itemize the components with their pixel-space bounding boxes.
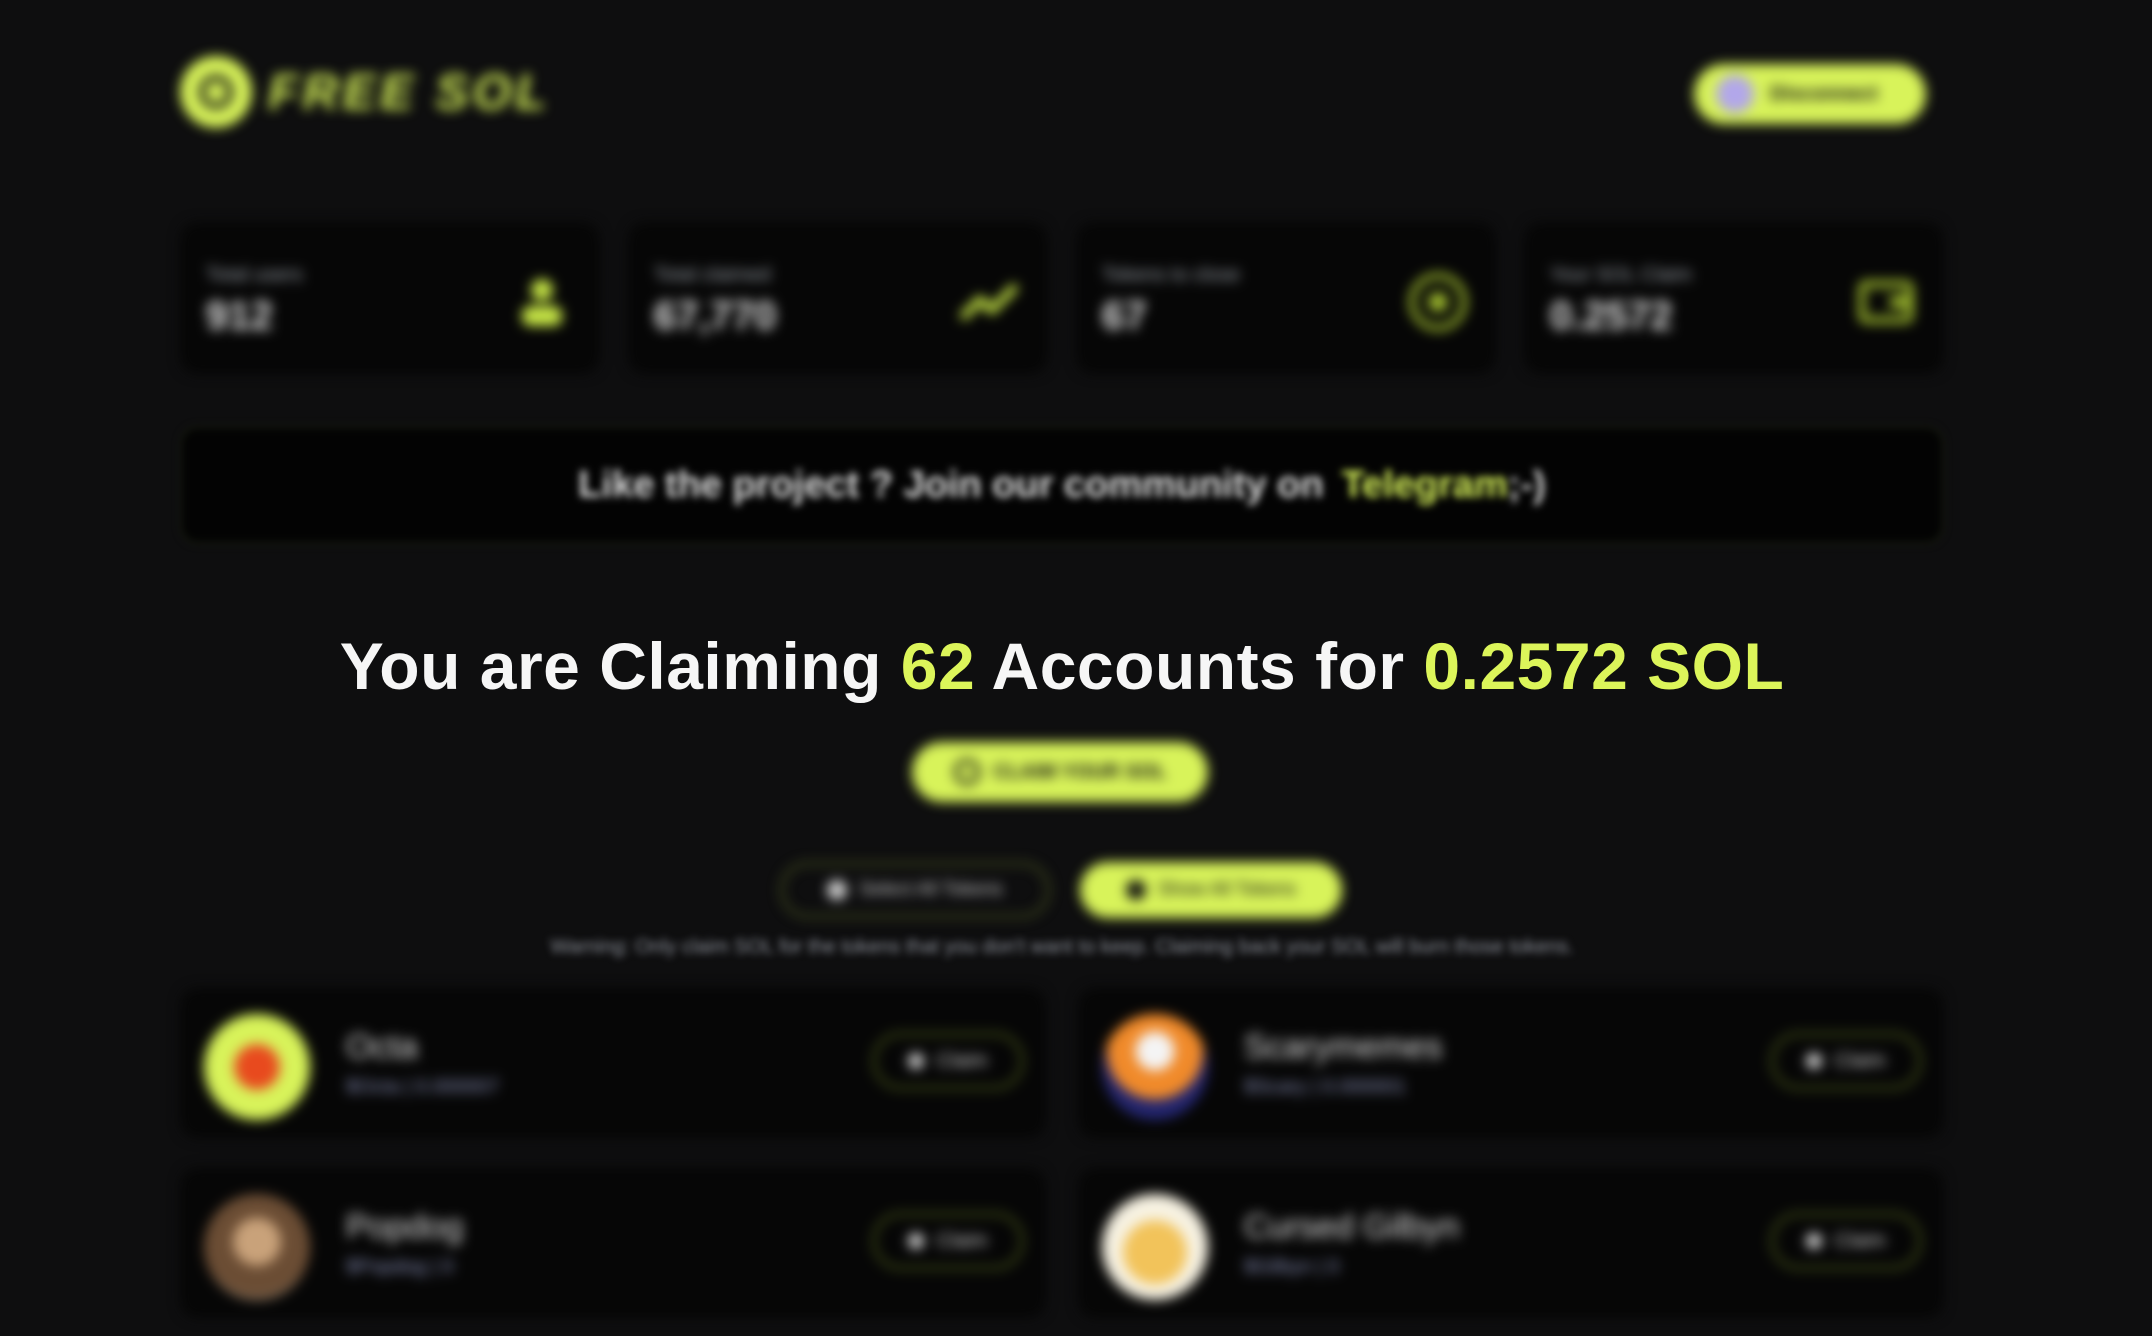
radio-icon <box>827 880 848 900</box>
stat-label: Total users <box>206 264 303 286</box>
claim-label: CLAIM YOUR SOL <box>993 760 1167 783</box>
trend-icon <box>958 270 1022 334</box>
claim-icon <box>1806 1233 1823 1249</box>
stats-row: Total users 912 Total claimed 67,770 Tok… <box>180 222 1944 374</box>
telegram-link[interactable]: Telegram <box>1342 464 1508 507</box>
stat-card-total-claimed: Total claimed 67,770 <box>628 222 1048 374</box>
stat-label: Tokens to close <box>1102 264 1240 286</box>
claim-small-label: Claim <box>936 1049 988 1072</box>
token-name: Octa <box>346 1028 418 1066</box>
community-suffix: ;-) <box>1507 463 1546 506</box>
token-claim-button[interactable]: Claim <box>1770 1032 1922 1090</box>
headline-middle: Accounts for <box>975 629 1424 703</box>
stat-card-tokens-to-close: Tokens to close 67 <box>1076 222 1496 374</box>
warning-text: Warning: Only claim SOL for the tokens t… <box>550 936 1574 958</box>
select-all-tokens-button[interactable]: Select All Tokens <box>780 862 1050 918</box>
select-all-label: Select All Tokens <box>859 879 1003 900</box>
claim-small-label: Claim <box>1834 1049 1886 1072</box>
sol-amount: 0.2572 SOL <box>1423 629 1785 703</box>
token-avatar <box>1102 1014 1208 1120</box>
users-icon <box>510 270 574 334</box>
logo-text: FREE SOL <box>268 64 551 120</box>
page: FREE SOL Disconnect Total users 912 Tota… <box>0 0 2152 1336</box>
claim-icon <box>908 1233 925 1249</box>
claim-icon <box>1806 1053 1823 1069</box>
token-avatar <box>204 1014 310 1120</box>
claim-headline: You are Claiming 62 Accounts for 0.2572 … <box>180 628 1944 704</box>
stat-label: Your SOL Claim <box>1550 264 1692 286</box>
token-card-popdog: Popdog $Popdog | 0 Claim <box>180 1168 1046 1318</box>
token-card-scarymemes: Scarymemes $Scary | 0.000001 Claim <box>1078 988 1944 1138</box>
wallet-avatar-icon <box>1716 75 1754 113</box>
stat-value: 0.2572 <box>1550 294 1673 338</box>
stat-value: 67,770 <box>654 294 777 338</box>
community-banner: Like the project ? Join our community on… <box>180 426 1944 544</box>
disconnect-label: Disconnect <box>1770 82 1878 105</box>
claim-small-label: Claim <box>1834 1229 1886 1252</box>
accounts-count: 62 <box>900 629 976 703</box>
stat-label: Total claimed <box>654 264 771 286</box>
sol-icon <box>953 759 980 785</box>
token-list: Octa $Octa | 0.000007 Claim Scarymemes $… <box>180 988 1944 1318</box>
show-all-label: Show All Tokens <box>1157 879 1296 900</box>
token-avatar <box>1102 1194 1208 1300</box>
claim-icon <box>908 1053 925 1069</box>
token-sub: $Gilbyn | 0 <box>1244 1256 1340 1278</box>
stat-value: 67 <box>1102 294 1147 338</box>
token-claim-button[interactable]: Claim <box>1770 1212 1922 1270</box>
token-name: Cursed Gilbyn <box>1244 1208 1460 1246</box>
claim-your-sol-button[interactable]: CLAIM YOUR SOL <box>912 742 1208 802</box>
disconnect-button[interactable]: Disconnect <box>1694 64 1926 124</box>
token-claim-button[interactable]: Claim <box>872 1032 1024 1090</box>
community-text: Like the project ? Join our community on <box>578 463 1324 506</box>
token-sub: $Scary | 0.000001 <box>1244 1076 1406 1098</box>
token-name: Popdog <box>346 1208 464 1246</box>
claim-small-label: Claim <box>936 1229 988 1252</box>
token-name: Scarymemes <box>1244 1028 1443 1066</box>
token-claim-button[interactable]: Claim <box>872 1212 1024 1270</box>
token-avatar <box>204 1194 310 1300</box>
token-sub: $Octa | 0.000007 <box>346 1076 500 1098</box>
radio-icon <box>1125 880 1146 900</box>
headline-prefix: You are Claiming <box>339 629 901 703</box>
logo[interactable]: FREE SOL <box>180 56 550 128</box>
coin-icon <box>1406 270 1470 334</box>
stat-value: 912 <box>206 294 273 338</box>
stat-card-total-users: Total users 912 <box>180 222 600 374</box>
stat-card-your-sol-claim: Your SOL Claim 0.2572 <box>1524 222 1944 374</box>
wallet-icon <box>1854 270 1918 334</box>
header: FREE SOL Disconnect <box>180 56 1944 136</box>
token-sub: $Popdog | 0 <box>346 1256 454 1278</box>
logo-mark-icon <box>180 56 252 128</box>
token-card-octa: Octa $Octa | 0.000007 Claim <box>180 988 1046 1138</box>
token-card-cursed-gilbyn: Cursed Gilbyn $Gilbyn | 0 Claim <box>1078 1168 1944 1318</box>
token-filter-toggles: Select All Tokens Show All Tokens <box>180 862 1944 920</box>
show-all-tokens-button[interactable]: Show All Tokens <box>1080 862 1342 918</box>
